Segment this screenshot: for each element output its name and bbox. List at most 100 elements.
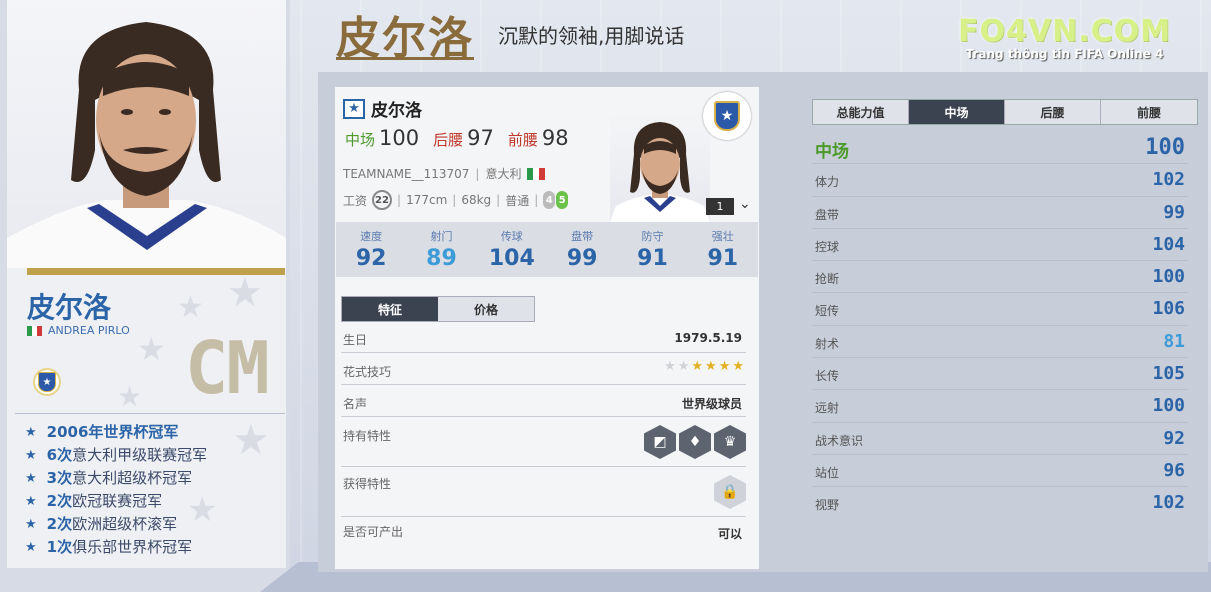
lock-icon: 🔒 xyxy=(714,475,746,509)
tab-price[interactable]: 价格 xyxy=(438,297,534,321)
separator: | xyxy=(534,193,539,207)
detail-row-producible: 是否可产出 可以 xyxy=(343,525,742,541)
detail-row-acquired-traits: 获得特性 🔒 xyxy=(341,467,746,517)
watermark-subtitle: Trang thông tin FIFA Online 4 xyxy=(965,47,1164,61)
weight: 68kg xyxy=(461,193,492,207)
decorative-star-icon: ★ xyxy=(137,330,166,368)
card-player-name: 皮尔洛 xyxy=(371,101,422,121)
attribute-row: 盘带 99 xyxy=(812,197,1188,229)
body-type: 普通 xyxy=(505,193,530,208)
italy-flag-icon xyxy=(527,167,546,180)
italy-flag-icon xyxy=(27,325,42,336)
player-portrait xyxy=(7,0,286,268)
star-icon: ★ xyxy=(25,425,37,440)
position-rating: 后腰 97 xyxy=(433,126,494,150)
attribute-row: 长传 105 xyxy=(812,358,1188,391)
star-icon: ★ xyxy=(25,540,37,555)
star-icon: ★ xyxy=(25,494,37,509)
trophy-ball-icon[interactable]: ♛ xyxy=(714,425,746,459)
salary-value: 22 xyxy=(372,190,393,210)
nationality-row: ANDREA PIRLO xyxy=(27,324,130,337)
trait-icons: ◩ ♦ ♛ xyxy=(644,425,746,459)
honor-item: ★ 2次 欧冠联赛冠军 xyxy=(25,490,207,513)
legend-badge-icon: ★ xyxy=(703,92,751,140)
position-ratings: 中场 100 后腰 97 前腰 98 xyxy=(345,126,569,150)
detail-row-birthday: 生日 1979.5.19 xyxy=(341,327,746,353)
height: 177cm xyxy=(406,193,448,207)
position-tabs: 总能力值 中场 后腰 前腰 xyxy=(812,99,1198,125)
detail-row-skill-moves: 花式技巧 ★ ★ ★ ★ ★ ★ xyxy=(341,353,746,385)
separator: | xyxy=(397,193,402,207)
decorative-star-icon: ★ xyxy=(232,415,270,464)
separator: | xyxy=(475,166,480,181)
star-icon: ★ xyxy=(705,359,717,374)
nation-name: 意大利 xyxy=(485,167,522,181)
honor-item: ★ 1次 俱乐部世界杯冠军 xyxy=(25,536,207,559)
star-icon: ★ xyxy=(25,448,37,463)
tie-icon[interactable]: ♦ xyxy=(679,425,711,459)
position-rating: 中场 100 xyxy=(345,126,420,150)
trait-icons: 🔒 xyxy=(714,475,746,509)
attribute-row: 战术意识 92 xyxy=(812,423,1188,455)
chevron-down-icon[interactable]: ⌄ xyxy=(739,196,751,212)
detail-tabs: 特征 价格 xyxy=(341,296,535,322)
tab-cdm[interactable]: 后腰 xyxy=(1005,100,1101,124)
star-icon: ★ xyxy=(664,359,676,374)
attribute-row: 射术 81 xyxy=(812,326,1188,359)
star-icon: ★ xyxy=(677,359,690,374)
card-player-portrait xyxy=(610,114,710,222)
main-stats-bar: 速度 92 射门 89 传球 104 盘带 99 防守 91 强壮 91 xyxy=(336,222,758,277)
attribute-row: 视野 102 xyxy=(815,492,1185,514)
star-icon: ★ xyxy=(25,517,37,532)
skill-stars: ★ ★ ★ ★ ★ ★ xyxy=(664,359,744,374)
free-kick-icon[interactable]: ◩ xyxy=(644,425,676,459)
honors-divider xyxy=(15,413,285,414)
stat-shooting: 射门 89 xyxy=(426,230,457,271)
player-english-name: ANDREA PIRLO xyxy=(48,324,130,337)
attribute-table: 中场 100 体力 102 盘带 99 控球 104 抢断 100 短传 106 射术 81… xyxy=(812,132,1188,520)
team-nation-row: TEAMNAME__113707 | 意大利 xyxy=(343,165,546,182)
attribute-row: 体力 102 xyxy=(812,164,1188,197)
stat-physical: 强壮 91 xyxy=(707,230,739,271)
position-rating: 前腰 98 xyxy=(507,126,569,150)
detail-row-reputation: 名声 世界级球员 xyxy=(341,385,746,417)
attribute-row: 抢断 100 xyxy=(812,261,1188,294)
decorative-star-icon: ★ xyxy=(177,290,204,325)
star-icon: ★ xyxy=(691,359,704,374)
stat-dribbling: 盘带 99 xyxy=(566,230,598,271)
detail-row-traits: 持有特性 ◩ ♦ ♛ xyxy=(341,417,746,467)
honor-item: ★ 2006年世界杯冠军 xyxy=(25,421,207,444)
team-name: TEAMNAME__113707 xyxy=(343,166,470,181)
attribute-row: 控球 104 xyxy=(812,229,1188,262)
attribute-row: 站位 96 xyxy=(812,455,1188,488)
player-profile-card: ★ ★ ★ ★ ★ ★ 皮尔洛 ANDREA PIRLO CM ★ ★ 2006年… xyxy=(7,0,286,568)
player-name: 皮尔洛 xyxy=(27,291,112,324)
decorative-star-icon: ★ xyxy=(117,380,143,413)
watermark-title: FO4VN.COM xyxy=(958,14,1171,49)
stat-defending: 防守 91 xyxy=(637,230,668,271)
separator: | xyxy=(452,193,457,207)
tab-traits[interactable]: 特征 xyxy=(342,297,438,321)
legend-badge-icon: ★ xyxy=(33,368,61,396)
site-watermark: FO4VN.COM Trang thông tin FIFA Online 4 xyxy=(958,14,1171,61)
star-icon: ★ xyxy=(718,359,731,374)
stat-pace: 速度 92 xyxy=(355,230,387,271)
star-icon: ★ xyxy=(25,471,37,486)
star-icon: ★ xyxy=(732,359,744,374)
weak-foot-icon: 4 xyxy=(543,191,556,209)
honor-item: ★ 6次 意大利甲级联赛冠军 xyxy=(25,444,207,467)
honor-item: ★ 2次 欧洲超级杯滚军 xyxy=(25,513,207,536)
attribute-head-row: 中场 100 xyxy=(812,132,1188,165)
honor-item: ★ 3次 意大利超级杯冠军 xyxy=(25,467,207,490)
attribute-row: 短传 106 xyxy=(812,293,1188,326)
page-subtitle: 沉默的领袖,用脚说话 xyxy=(498,24,685,48)
decorative-star-icon: ★ xyxy=(227,270,263,316)
honors-list: ★ 2006年世界杯冠军 ★ 6次 意大利甲级联赛冠军 ★ 3次 意大利超级杯冠军 ★ 2次… xyxy=(25,421,207,559)
tab-cam[interactable]: 前腰 xyxy=(1101,100,1197,124)
tab-midfield[interactable]: 中场 xyxy=(909,100,1005,124)
tab-overall[interactable]: 总能力值 xyxy=(813,100,909,124)
physical-info-row: 工资 22 | 177cm | 68kg | 普通 | 4 5 xyxy=(343,190,569,210)
title-underline xyxy=(336,57,474,60)
upgrade-level[interactable]: 1 xyxy=(706,198,734,215)
salary-label: 工资 xyxy=(343,193,368,208)
